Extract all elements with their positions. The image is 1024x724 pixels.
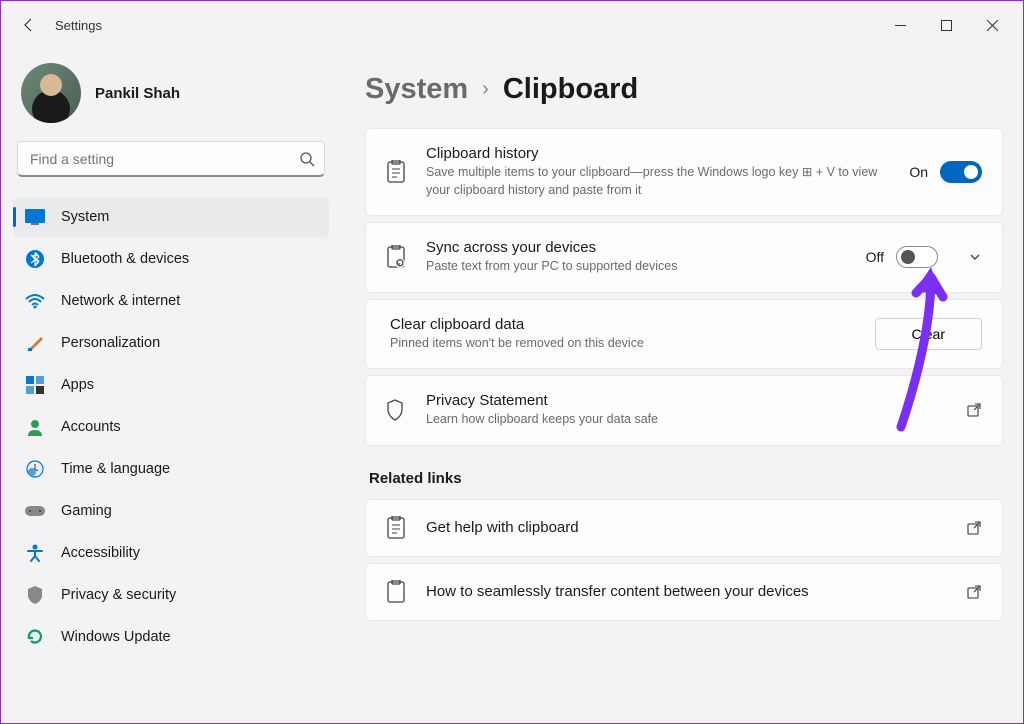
clipboard-history-card: Clipboard history Save multiple items to… [365, 128, 1003, 216]
wifi-icon [25, 291, 45, 311]
help-clipboard-link[interactable]: Get help with clipboard [365, 499, 1003, 557]
nav-privacy[interactable]: Privacy & security [13, 575, 329, 615]
breadcrumb-current: Clipboard [503, 73, 638, 106]
toggle-state-label: On [909, 164, 928, 180]
card-title: Clipboard history [426, 145, 891, 162]
brush-icon [25, 333, 45, 353]
link-text: How to seamlessly transfer content betwe… [426, 583, 948, 600]
nav-label: Network & internet [61, 293, 180, 309]
close-button[interactable] [969, 9, 1015, 41]
minimize-button[interactable] [877, 9, 923, 41]
card-subtitle: Paste text from your PC to supported dev… [426, 258, 848, 276]
nav-time-language[interactable]: Time & language [13, 449, 329, 489]
clipboard-icon [386, 516, 408, 540]
external-link-icon [966, 520, 982, 536]
nav-label: Bluetooth & devices [61, 251, 189, 267]
nav-label: System [61, 209, 109, 225]
nav-accessibility[interactable]: Accessibility [13, 533, 329, 573]
related-links-heading: Related links [369, 470, 1003, 487]
link-text: Get help with clipboard [426, 519, 948, 536]
maximize-button[interactable] [923, 9, 969, 41]
nav-network[interactable]: Network & internet [13, 281, 329, 321]
shield-icon [25, 585, 45, 605]
nav-accounts[interactable]: Accounts [13, 407, 329, 447]
breadcrumb-parent[interactable]: System [365, 73, 468, 106]
shield-outline-icon [386, 399, 408, 421]
nav-label: Apps [61, 377, 94, 393]
system-icon [25, 207, 45, 227]
titlebar: Settings [1, 1, 1023, 49]
nav-system[interactable]: System [13, 197, 329, 237]
transfer-content-link[interactable]: How to seamlessly transfer content betwe… [365, 563, 1003, 621]
card-title: Clear clipboard data [390, 316, 857, 333]
person-icon [25, 417, 45, 437]
clear-button[interactable]: Clear [875, 318, 982, 350]
nav-label: Accessibility [61, 545, 140, 561]
breadcrumb: System › Clipboard [365, 73, 1003, 106]
card-title: Privacy Statement [426, 392, 948, 409]
nav-personalization[interactable]: Personalization [13, 323, 329, 363]
accessibility-icon [25, 543, 45, 563]
update-icon [25, 627, 45, 647]
sync-devices-toggle[interactable] [896, 246, 938, 268]
clipboard-empty-icon [386, 580, 408, 604]
chevron-right-icon: › [482, 78, 489, 101]
clipboard-sync-icon [386, 245, 408, 269]
nav-label: Windows Update [61, 629, 171, 645]
window-controls [877, 9, 1015, 41]
card-subtitle: Pinned items won't be removed on this de… [390, 335, 857, 353]
nav-gaming[interactable]: Gaming [13, 491, 329, 531]
nav: System Bluetooth & devices Network & int… [13, 197, 329, 657]
nav-label: Accounts [61, 419, 121, 435]
external-link-icon [966, 584, 982, 600]
nav-label: Gaming [61, 503, 112, 519]
external-link-icon [966, 402, 982, 418]
search-input[interactable] [17, 141, 325, 177]
nav-label: Time & language [61, 461, 170, 477]
bluetooth-icon [25, 249, 45, 269]
clipboard-history-toggle[interactable] [940, 161, 982, 183]
nav-bluetooth[interactable]: Bluetooth & devices [13, 239, 329, 279]
expand-chevron-icon[interactable] [968, 250, 982, 264]
sync-devices-card[interactable]: Sync across your devices Paste text from… [365, 222, 1003, 293]
clock-icon [25, 459, 45, 479]
back-icon [21, 17, 37, 33]
nav-windows-update[interactable]: Windows Update [13, 617, 329, 657]
profile-name: Pankil Shah [95, 85, 180, 102]
sidebar: Pankil Shah System Bluetooth & devices N… [1, 49, 341, 657]
card-title: Sync across your devices [426, 239, 848, 256]
toggle-state-label: Off [866, 249, 884, 265]
search-icon [299, 151, 315, 167]
nav-apps[interactable]: Apps [13, 365, 329, 405]
avatar [21, 63, 81, 123]
card-subtitle: Learn how clipboard keeps your data safe [426, 411, 948, 429]
back-button[interactable] [9, 5, 49, 45]
clear-clipboard-card: Clear clipboard data Pinned items won't … [365, 299, 1003, 370]
app-title: Settings [55, 18, 102, 33]
nav-label: Privacy & security [61, 587, 176, 603]
profile-block[interactable]: Pankil Shah [13, 57, 329, 141]
card-subtitle: Save multiple items to your clipboard—pr… [426, 164, 891, 199]
main-content: System › Clipboard Clipboard history Sav… [341, 49, 1023, 657]
nav-label: Personalization [61, 335, 160, 351]
gamepad-icon [25, 501, 45, 521]
apps-icon [25, 375, 45, 395]
clipboard-icon [386, 160, 408, 184]
privacy-statement-card[interactable]: Privacy Statement Learn how clipboard ke… [365, 375, 1003, 446]
